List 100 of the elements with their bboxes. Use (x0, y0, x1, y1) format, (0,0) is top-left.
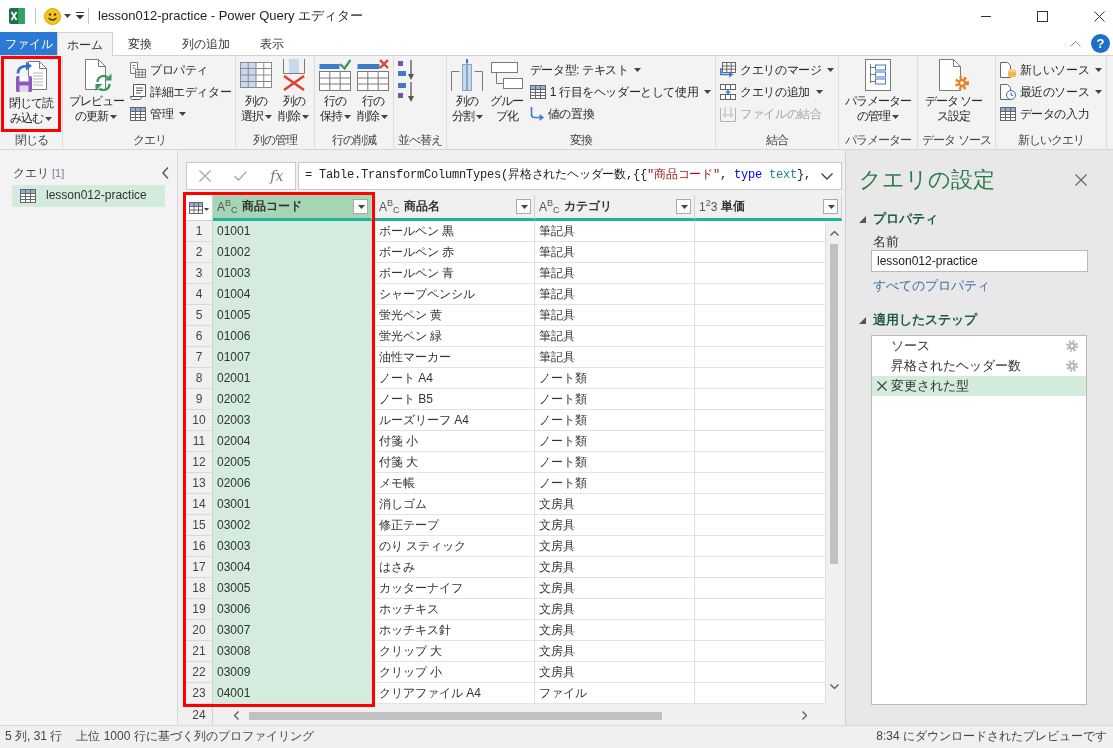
replace-values-button[interactable]: 値の置換 (527, 103, 714, 125)
group-by-button[interactable]: グループ化 (486, 56, 527, 132)
ribbon-tab[interactable]: 表示 (245, 32, 299, 55)
scrollbar-thumb[interactable] (249, 711, 662, 720)
split-column-button[interactable]: 列の分割 (449, 56, 486, 132)
caret-icon (827, 68, 835, 72)
table-cell: 文房具 (535, 515, 695, 536)
column-filter-button[interactable] (823, 199, 838, 214)
close-button[interactable] (1075, 174, 1087, 186)
column-filter-button[interactable] (516, 199, 531, 214)
data-type-button[interactable]: データ型: テキスト (527, 59, 714, 81)
table-cell: ボールペン 黒 (375, 221, 535, 242)
table-cell: カッターナイフ (375, 578, 535, 599)
scrollbar-thumb[interactable] (830, 244, 838, 564)
caret-icon (475, 114, 483, 119)
table-cell: 文房具 (535, 494, 695, 515)
ribbon-tab[interactable]: 列の追加 (167, 32, 245, 55)
step-item[interactable]: ソース (872, 336, 1086, 356)
column-filter-button[interactable] (676, 199, 691, 214)
section-heading[interactable]: プロパティ (859, 210, 938, 228)
choose-columns-button[interactable]: 列の選択 (238, 56, 275, 132)
collapse-pane-button[interactable] (160, 167, 171, 179)
data-source-settings-button[interactable]: データ ソース設定 (920, 56, 987, 132)
sort-descending-button[interactable] (396, 81, 417, 103)
column-header[interactable]: 1$^{2}$3 単価 (695, 195, 842, 221)
table-cell: 03003 (213, 536, 372, 557)
table-cell: ファイル (535, 683, 695, 704)
caret-icon (634, 68, 642, 72)
table-cell: 文房具 (535, 536, 695, 557)
chevron-left-icon (162, 167, 169, 179)
chevron-left-icon[interactable] (234, 711, 239, 720)
group-label: 結合 (765, 133, 790, 148)
append-queries-button[interactable]: クエリの追加 (718, 81, 837, 103)
table-cell: 文房具 (535, 557, 695, 578)
column-header[interactable]: A$^{B}$$_{C}$ 商品名 (375, 195, 535, 221)
table-cell: 03001 (213, 494, 372, 515)
enter-data-button[interactable]: データの入力 (997, 103, 1105, 125)
chevron-down-icon[interactable] (821, 172, 833, 180)
keep-rows-button[interactable]: 行の保持 (317, 56, 354, 132)
table-cell: ボールペン 青 (375, 263, 535, 284)
row-number: 5 (186, 305, 213, 326)
manage-button[interactable]: 管理 (128, 103, 234, 125)
column-header[interactable]: A$^{B}$$_{C}$ 商品コード (213, 195, 372, 221)
caret-icon (521, 204, 528, 209)
smiley-icon[interactable] (44, 7, 61, 25)
caret-icon (704, 90, 712, 94)
merge-queries-button[interactable]: クエリのマージ (718, 59, 837, 81)
manage-parameters-button[interactable]: パラメーターの管理 (841, 56, 916, 132)
table-icon (130, 107, 146, 121)
sort-ascending-button[interactable] (396, 59, 417, 81)
ribbon-tab[interactable]: ホーム (57, 32, 113, 56)
row-number: 23 (186, 683, 213, 704)
table-cell: 蛍光ペン 黄 (375, 305, 535, 326)
row-number: 16 (186, 536, 213, 557)
help-button[interactable]: ? (1091, 34, 1110, 53)
step-item[interactable]: 昇格されたヘッダー数 (872, 356, 1086, 376)
all-properties-link[interactable]: すべてのプロパティ (873, 278, 990, 294)
section-heading[interactable]: 適用したステップ (859, 311, 977, 329)
window-title: lesson012-practice - Power Query エディター (98, 7, 364, 25)
caret-icon (45, 116, 52, 121)
refresh-preview-button[interactable]: プレビューの更新 (65, 56, 127, 132)
table-grid-icon (240, 59, 273, 91)
table-cell: クリップ 大 (375, 641, 535, 662)
arrows-down-icon (720, 106, 737, 122)
remove-rows-button[interactable]: 行の削除 (354, 56, 392, 132)
caret-icon (110, 114, 117, 119)
split-column-icon (451, 59, 484, 91)
line-caret-icon[interactable] (76, 12, 84, 20)
profiling-status[interactable]: 上位 1000 行に基づく列のプロファイリング (76, 729, 314, 745)
formula-field[interactable]: = Table.TransformColumnTypes(昇格されたヘッダー数,{{"商品コード", type text}, (298, 162, 842, 190)
advanced-editor-button[interactable]: 詳細エディター (128, 81, 234, 103)
table-icon (999, 107, 1016, 121)
table-cell: 文房具 (535, 599, 695, 620)
table-cell: シャープペンシル (375, 284, 535, 305)
use-first-row-button[interactable]: 1 行目をヘッダーとして使用 (527, 81, 714, 103)
chevron-down-icon[interactable] (829, 684, 839, 689)
cross-icon[interactable] (877, 381, 887, 391)
step-item[interactable]: 変更された型 (872, 376, 1086, 396)
table-menu-button[interactable] (186, 195, 213, 221)
ribbon-tab[interactable]: 変換 (113, 32, 167, 55)
file-tab[interactable]: ファイル (0, 32, 57, 55)
column-filter-button[interactable] (353, 199, 368, 214)
group-label: 新しいクエリ (1016, 133, 1085, 148)
close-load-button[interactable]: 閉じて読み込む (1, 56, 61, 132)
properties-button[interactable]: プロパティ (128, 59, 234, 81)
query-item[interactable]: lesson012-practice (12, 185, 165, 207)
chevron-right-icon[interactable] (802, 711, 807, 720)
column-type-button[interactable]: 1$^{2}$3 (699, 200, 718, 213)
remove-columns-button[interactable]: 列の削除 (275, 56, 313, 132)
field-label: 名前 (873, 234, 900, 250)
table-cross-icon (356, 59, 389, 91)
chevron-up-icon[interactable] (829, 231, 839, 236)
table-cell: ノート類 (535, 410, 695, 431)
table-cell: 01006 (213, 326, 372, 347)
insert-function-button[interactable]: fx (270, 169, 284, 183)
new-source-button[interactable]: 新しいソース (997, 59, 1105, 81)
recent-sources-button[interactable]: 最近のソース (997, 81, 1105, 103)
name-field[interactable]: lesson012-practice (871, 250, 1088, 272)
table-cell: 03007 (213, 620, 372, 641)
column-header[interactable]: A$^{B}$$_{C}$ カテゴリ (535, 195, 695, 221)
